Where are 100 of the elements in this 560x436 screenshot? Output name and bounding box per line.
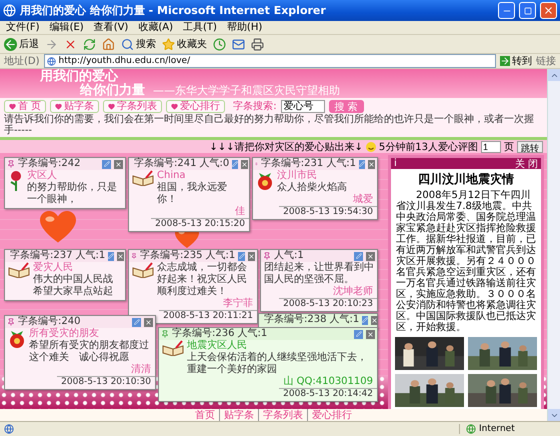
nav-button[interactable]: 爱心排行 xyxy=(166,100,226,112)
edit-button[interactable] xyxy=(362,316,368,324)
back-button[interactable]: 后退 xyxy=(4,37,39,51)
edit-button[interactable] xyxy=(238,252,245,260)
close-button[interactable] xyxy=(114,160,123,168)
printer-icon xyxy=(251,38,264,50)
maximize-button[interactable] xyxy=(519,2,536,19)
maximize-icon xyxy=(524,6,532,14)
info-label: i xyxy=(394,158,397,169)
close-button[interactable] xyxy=(366,330,375,338)
go-button[interactable]: 转到 xyxy=(500,54,532,68)
note-popularity: 人气:1 xyxy=(326,158,356,170)
footer-link[interactable]: 爱心排行 xyxy=(307,408,356,422)
close-icon xyxy=(248,252,255,260)
close-button[interactable] xyxy=(241,160,248,168)
home-button[interactable] xyxy=(102,38,115,50)
pencil-icon xyxy=(134,319,140,325)
note-date: 2008-5-13 20:15:20 xyxy=(151,218,249,229)
close-icon xyxy=(117,252,124,260)
close-button[interactable] xyxy=(117,252,124,260)
menu-item[interactable]: 收藏(A) xyxy=(138,22,173,34)
edit-button[interactable] xyxy=(232,160,238,168)
menu-item[interactable]: 编辑(E) xyxy=(50,22,84,34)
banner-title: 给你们力量 xyxy=(78,84,145,98)
scrolling-message: 请告诉我们你的需要，我们会在第一时间里尽自己最好的努力帮助你，尽管我们所能给的也许只是一个眼神，或者一次握手----- xyxy=(4,114,535,136)
history-button[interactable] xyxy=(213,38,226,50)
note-text: 众人拾柴火焰高 xyxy=(277,182,348,194)
post-hint: ↓↓↓请把你对灾区的爱心贴出来↓ xyxy=(209,140,363,154)
close-button[interactable] xyxy=(371,316,378,324)
edit-button[interactable] xyxy=(132,318,141,326)
book-icon xyxy=(162,340,184,356)
heart-icon xyxy=(9,102,16,110)
note-date: 2008-5-13 20:11:21 xyxy=(159,310,257,321)
edit-button[interactable] xyxy=(354,252,363,260)
refresh-icon xyxy=(83,38,96,50)
back-icon xyxy=(4,38,17,50)
pencil-icon xyxy=(356,253,362,259)
menu-item[interactable]: 查看(V) xyxy=(94,22,128,34)
close-button[interactable] xyxy=(144,318,153,326)
note-number: 字条编号:242 xyxy=(18,158,80,170)
refresh-button[interactable] xyxy=(83,38,96,50)
print-button[interactable] xyxy=(251,38,264,50)
note-signature: 城爱 xyxy=(352,194,374,206)
book-icon xyxy=(132,262,154,278)
pencil-icon xyxy=(356,331,362,337)
search-icon xyxy=(121,38,134,50)
note-number: 字条编号:231 xyxy=(260,158,324,170)
jump-button[interactable]: 跳转 xyxy=(517,140,543,152)
note-number: 字条编号:236 xyxy=(172,328,234,340)
edit-button[interactable] xyxy=(354,330,363,338)
footer-link[interactable]: 字条列表 xyxy=(258,408,307,422)
minimize-button[interactable] xyxy=(498,2,515,19)
stop-button[interactable] xyxy=(64,38,77,50)
note-signature: 李宁菲 xyxy=(222,298,254,310)
footer-link[interactable]: 贴字条 xyxy=(219,408,258,422)
forward-button[interactable] xyxy=(45,38,58,50)
banner-subtitle: ——东华大学学子和震区灾民守望相助 xyxy=(153,83,340,98)
close-link[interactable]: 关 闭 xyxy=(514,156,538,170)
links-label[interactable]: 链接 xyxy=(536,54,556,68)
note-popularity: 人气:1 xyxy=(75,250,106,262)
nav-button[interactable]: 首 页 xyxy=(4,100,46,112)
note-date: 2008-5-13 19:54:30 xyxy=(279,206,377,217)
search-field[interactable]: 爱心号 xyxy=(280,100,325,112)
globe-icon xyxy=(466,424,476,434)
close-button[interactable] xyxy=(248,252,255,260)
search-button[interactable]: 搜索 xyxy=(121,37,156,51)
pencil-icon xyxy=(238,253,245,259)
close-icon xyxy=(543,5,554,16)
close-button[interactable] xyxy=(368,160,375,168)
menu-item[interactable]: 工具(T) xyxy=(183,22,217,34)
star-icon xyxy=(162,38,175,50)
scroll-down-button[interactable] xyxy=(548,409,560,421)
smiley-icon xyxy=(366,142,376,152)
note-text: 伟大的中国人民战希望大家早点站起 xyxy=(33,274,114,298)
menu-item[interactable]: 帮助(H) xyxy=(226,22,262,34)
money-bag-icon xyxy=(8,328,26,348)
edit-button[interactable] xyxy=(108,252,114,260)
edit-button[interactable] xyxy=(102,160,111,168)
mail-button[interactable] xyxy=(232,38,245,50)
book-icon xyxy=(8,262,30,278)
favorites-button[interactable]: 收藏夹 xyxy=(162,37,207,51)
close-button[interactable] xyxy=(366,252,375,260)
note-popularity: 人气:1 xyxy=(329,314,360,326)
menu-item[interactable]: 文件(F) xyxy=(6,22,40,34)
visitor-count: 5分钟前13人爱心评图 xyxy=(378,140,478,154)
nav-button[interactable]: 字条列表 xyxy=(103,100,162,112)
note-author: 所有受灾的朋友 xyxy=(29,328,100,340)
nav-button[interactable]: 贴字条 xyxy=(50,100,100,112)
mail-icon xyxy=(232,38,245,50)
page-field[interactable]: 1 xyxy=(481,140,501,152)
edit-button[interactable] xyxy=(359,160,365,168)
close-button[interactable] xyxy=(540,2,557,19)
note-author: 爱灾人民 xyxy=(33,262,74,274)
note-signature: 沈坤老师 xyxy=(332,286,374,298)
address-field[interactable]: http://youth.dhu.edu.cn/love/ xyxy=(44,54,496,68)
note-popularity: 人气:1 xyxy=(274,250,304,262)
footer-link[interactable]: 首页 xyxy=(191,408,219,422)
note-text: 团结起来，让世界看到中国人民的坚强不屈。 xyxy=(264,262,374,286)
flower-icon xyxy=(8,170,24,192)
scroll-up-button[interactable] xyxy=(548,69,560,81)
